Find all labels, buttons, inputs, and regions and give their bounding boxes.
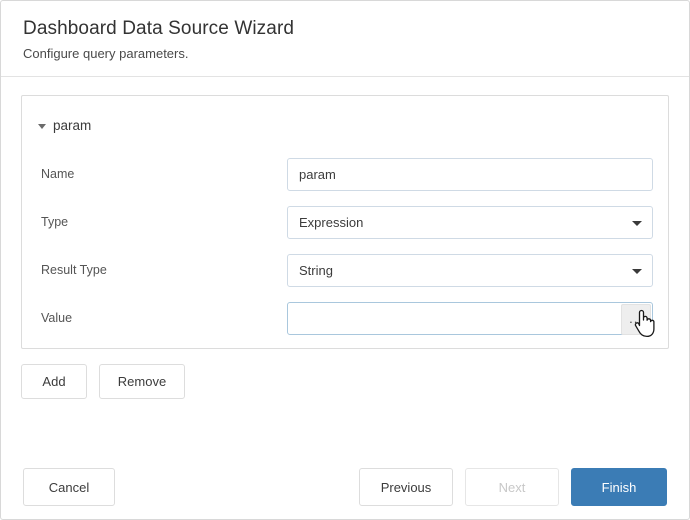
form-row-result-type: Result Type String bbox=[22, 246, 668, 294]
page-subtitle: Configure query parameters. bbox=[23, 46, 189, 61]
label-result-type: Result Type bbox=[41, 263, 107, 277]
value-ellipsis-button[interactable]: ... bbox=[621, 303, 651, 335]
wizard-window: Dashboard Data Source Wizard Configure q… bbox=[0, 0, 690, 520]
chevron-down-icon[interactable] bbox=[632, 268, 642, 274]
previous-button[interactable]: Previous bbox=[359, 468, 453, 506]
field-wrap-type: Expression bbox=[287, 205, 653, 239]
label-type: Type bbox=[41, 215, 69, 229]
caret-down-icon[interactable] bbox=[38, 123, 46, 129]
result-type-select-value: String bbox=[299, 262, 333, 278]
add-button[interactable]: Add bbox=[21, 364, 87, 399]
parameter-panel: param Name Type Expression bbox=[21, 95, 669, 349]
type-select-value: Expression bbox=[299, 214, 364, 230]
name-input[interactable] bbox=[287, 157, 653, 191]
parameter-panel-title: param bbox=[53, 117, 92, 133]
parameter-panel-header[interactable]: param bbox=[22, 96, 668, 140]
list-actions: Add Remove bbox=[21, 364, 669, 399]
field-wrap-result-type: String bbox=[287, 253, 653, 287]
finish-button[interactable]: Finish bbox=[571, 468, 667, 506]
wizard-header: Dashboard Data Source Wizard Configure q… bbox=[1, 1, 689, 77]
cancel-button[interactable]: Cancel bbox=[23, 468, 115, 506]
wizard-body: param Name Type Expression bbox=[1, 77, 689, 399]
chevron-down-icon[interactable] bbox=[632, 220, 642, 226]
type-select[interactable]: Expression bbox=[287, 205, 653, 239]
field-wrap-name bbox=[287, 157, 653, 191]
label-name: Name bbox=[41, 167, 75, 181]
wizard-footer: Cancel Previous Next Finish bbox=[1, 455, 689, 519]
next-button: Next bbox=[465, 468, 559, 506]
footer-nav-buttons: Previous Next Finish bbox=[359, 468, 667, 506]
page-title: Dashboard Data Source Wizard bbox=[23, 18, 295, 39]
field-wrap-value: ... bbox=[287, 301, 653, 335]
remove-button[interactable]: Remove bbox=[99, 364, 185, 399]
label-value: Value bbox=[41, 311, 73, 325]
value-input[interactable] bbox=[287, 301, 653, 335]
result-type-select[interactable]: String bbox=[287, 253, 653, 287]
form-row-name: Name bbox=[22, 150, 668, 198]
parameter-form: Name Type Expression bbox=[22, 140, 668, 342]
form-row-value: Value ... bbox=[22, 294, 668, 342]
form-row-type: Type Expression bbox=[22, 198, 668, 246]
